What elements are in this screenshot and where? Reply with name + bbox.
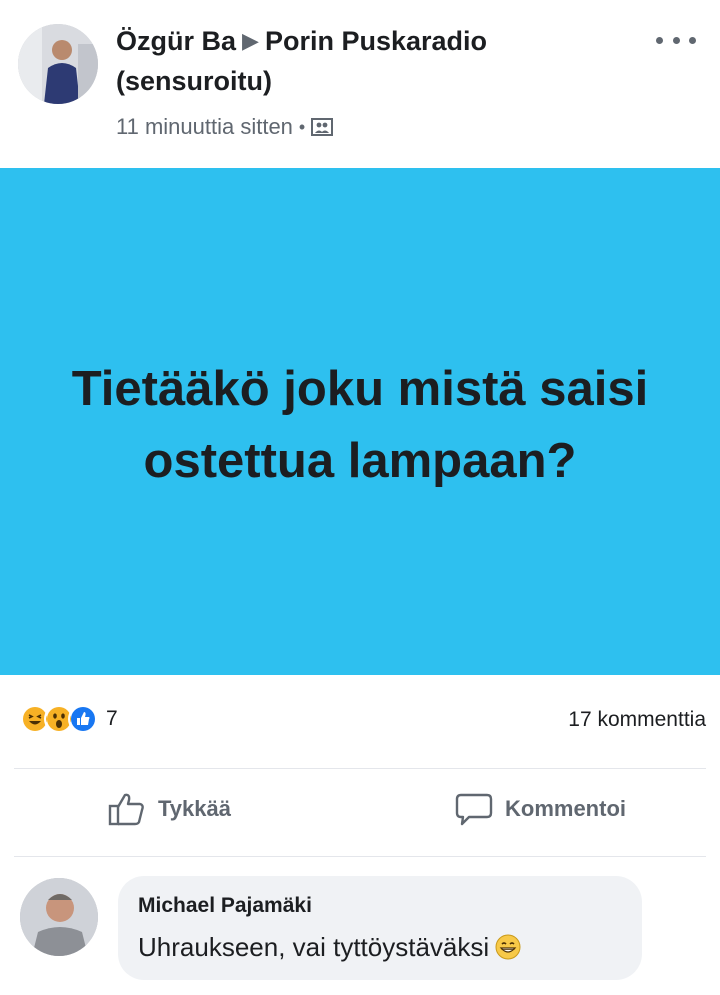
- avatar-photo: [20, 878, 98, 956]
- author-avatar[interactable]: [18, 24, 98, 104]
- post-stats: 7 17 kommenttia: [0, 690, 720, 760]
- comment-bubble: Michael Pajamäki Uhraukseen, vai tyttöys…: [118, 876, 642, 980]
- comment-text-row: Uhraukseen, vai tyttöystäväksi: [138, 932, 521, 963]
- post-banner: Tietääkö joku mistä saisi ostettua lampa…: [0, 168, 720, 675]
- grinning-face-icon: [495, 934, 521, 960]
- comment-label: Kommentoi: [505, 796, 626, 821]
- comment-button[interactable]: Kommentoi: [455, 792, 626, 826]
- reactions-summary[interactable]: 7: [20, 704, 118, 734]
- post-title: Özgür Ba ▶ Porin Puskaradio: [116, 26, 487, 57]
- divider: [14, 856, 706, 857]
- avatar-photo: [18, 24, 98, 104]
- comment-count[interactable]: 17 kommenttia: [568, 708, 706, 732]
- post-header: Özgür Ba ▶ Porin Puskaradio (sensuroitu) 1…: [0, 0, 720, 165]
- group-name-note: (sensuroitu): [116, 66, 273, 96]
- group-icon: [311, 117, 334, 137]
- post-actions: Tykkää Kommentoi: [0, 780, 720, 848]
- divider: [14, 768, 706, 769]
- post-meta: 11 minuuttia sitten •: [116, 114, 334, 140]
- meta-separator: •: [298, 116, 306, 137]
- like-reaction-icon: [68, 704, 98, 734]
- commenter-name[interactable]: Michael Pajamäki: [138, 894, 312, 918]
- author-name[interactable]: Özgür Ba: [116, 26, 236, 56]
- like-label: Tykkää: [158, 796, 231, 821]
- comment-text: Uhraukseen, vai tyttöystäväksi: [138, 932, 490, 962]
- arrow-right-icon: ▶: [242, 28, 259, 53]
- group-name[interactable]: Porin Puskaradio: [265, 26, 487, 56]
- reaction-count: 7: [106, 707, 118, 730]
- more-options-icon[interactable]: [656, 28, 696, 52]
- post-text: Tietääkö joku mistä saisi ostettua lampa…: [71, 361, 649, 488]
- comment-item: Michael Pajamäki Uhraukseen, vai tyttöys…: [0, 870, 720, 995]
- commenter-avatar[interactable]: [20, 878, 98, 956]
- like-button[interactable]: Tykkää: [108, 792, 231, 826]
- speech-bubble-icon: [455, 793, 493, 826]
- post-timestamp[interactable]: 11 minuuttia sitten: [116, 114, 293, 140]
- thumbs-up-icon: [108, 793, 144, 826]
